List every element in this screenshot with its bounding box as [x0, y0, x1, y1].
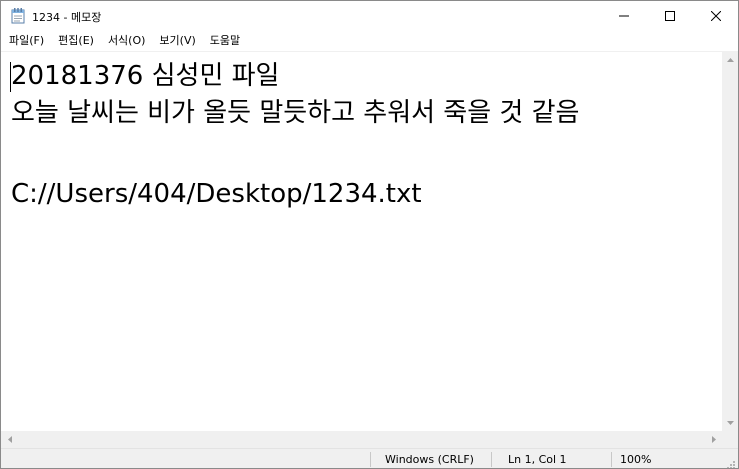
chevron-down-icon — [727, 420, 734, 425]
scroll-right-button[interactable] — [705, 431, 722, 448]
maximize-icon — [665, 11, 675, 21]
minimize-icon — [619, 15, 629, 17]
resize-grip-icon[interactable] — [724, 455, 736, 468]
status-divider — [491, 452, 492, 467]
status-bar: Windows (CRLF) Ln 1, Col 1 100% — [1, 448, 738, 468]
status-divider — [370, 452, 371, 467]
chevron-right-icon — [711, 436, 716, 443]
status-divider — [611, 452, 612, 467]
window-title: 1234 - 메모장 — [32, 11, 102, 24]
scrollbar-corner — [722, 431, 738, 448]
chevron-left-icon — [7, 436, 12, 443]
maximize-button[interactable] — [647, 1, 693, 31]
notepad-icon[interactable] — [11, 8, 25, 24]
minimize-button[interactable] — [601, 1, 647, 31]
editor-line: 20181376 심성민 파일 — [11, 61, 280, 91]
close-button[interactable] — [693, 1, 738, 31]
status-cursor-position: Ln 1, Col 1 — [508, 453, 567, 466]
menu-format[interactable]: 서식(O) — [101, 31, 152, 51]
notepad-window: 1234 - 메모장 파일(F) 편집(E) 서식(O) 보기(V) 도움말 2… — [0, 0, 739, 469]
status-encoding: Windows (CRLF) — [385, 453, 474, 466]
scroll-left-button[interactable] — [1, 431, 18, 448]
text-editor[interactable]: 20181376 심성민 파일 오늘 날씨는 비가 올듯 말듯하고 추워서 죽을… — [1, 51, 722, 431]
menu-edit[interactable]: 편집(E) — [51, 31, 101, 51]
menu-bar: 파일(F) 편집(E) 서식(O) 보기(V) 도움말 — [1, 31, 738, 51]
close-icon — [711, 11, 721, 21]
vertical-scrollbar[interactable] — [722, 51, 738, 431]
chevron-up-icon — [727, 57, 734, 62]
horizontal-scrollbar[interactable] — [1, 431, 722, 448]
menu-help[interactable]: 도움말 — [203, 31, 247, 51]
scroll-down-button[interactable] — [722, 414, 738, 431]
editor-line: 오늘 날씨는 비가 올듯 말듯하고 추워서 죽을 것 같음 — [11, 98, 580, 128]
status-zoom: 100% — [620, 453, 652, 466]
menu-file[interactable]: 파일(F) — [2, 31, 51, 51]
title-bar[interactable]: 1234 - 메모장 — [1, 1, 738, 31]
scroll-up-button[interactable] — [722, 51, 738, 68]
editor-line: C://Users/404/Desktop/1234.txt — [11, 179, 422, 209]
menu-view[interactable]: 보기(V) — [152, 31, 202, 51]
